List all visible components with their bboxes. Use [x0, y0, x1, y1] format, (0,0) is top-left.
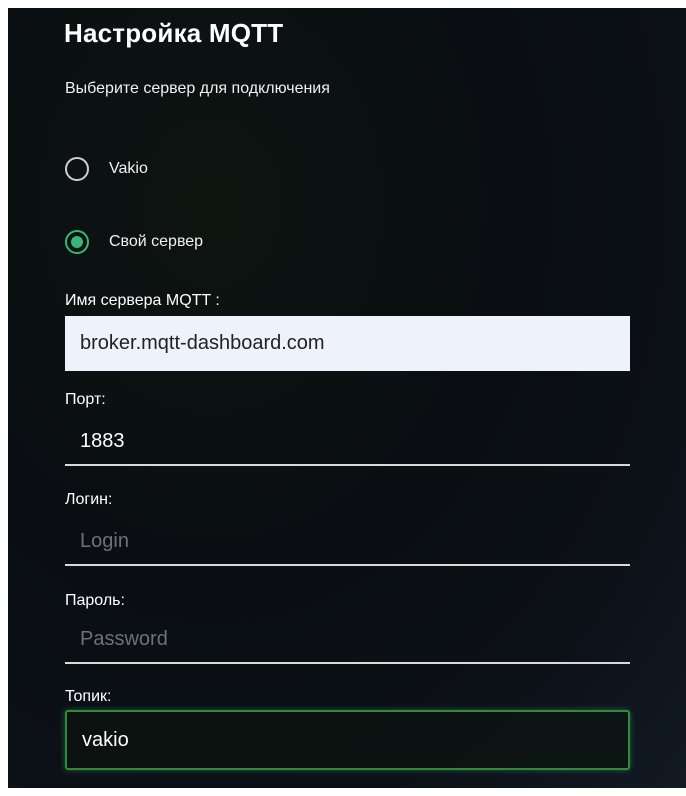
page-subtitle: Выберите сервер для подключения — [65, 80, 330, 97]
topic-label: Топик: — [65, 688, 112, 705]
password-label: Пароль: — [65, 592, 125, 609]
login-input[interactable]: Login — [65, 518, 630, 566]
mqtt-settings-panel: Настройка MQTT Выберите сервер для подкл… — [8, 8, 686, 788]
server-name-label: Имя сервера MQTT : — [65, 292, 220, 309]
radio-checked-icon[interactable] — [65, 230, 89, 254]
radio-unchecked-icon[interactable] — [65, 157, 89, 181]
server-name-input[interactable]: broker.mqtt-dashboard.com — [65, 316, 630, 371]
port-label: Порт: — [65, 391, 106, 408]
page-title: Настройка MQTT — [64, 18, 284, 48]
server-option-label: Свой сервер — [109, 233, 204, 250]
password-input[interactable]: Password — [65, 616, 630, 664]
topic-input[interactable]: vakio — [65, 710, 630, 770]
login-label: Логин: — [65, 491, 113, 508]
server-option-vakio[interactable]: Vakio — [65, 154, 148, 184]
server-option-custom[interactable]: Свой сервер — [65, 227, 203, 257]
server-option-label: Vakio — [109, 160, 148, 177]
port-input[interactable]: 1883 — [65, 418, 630, 466]
